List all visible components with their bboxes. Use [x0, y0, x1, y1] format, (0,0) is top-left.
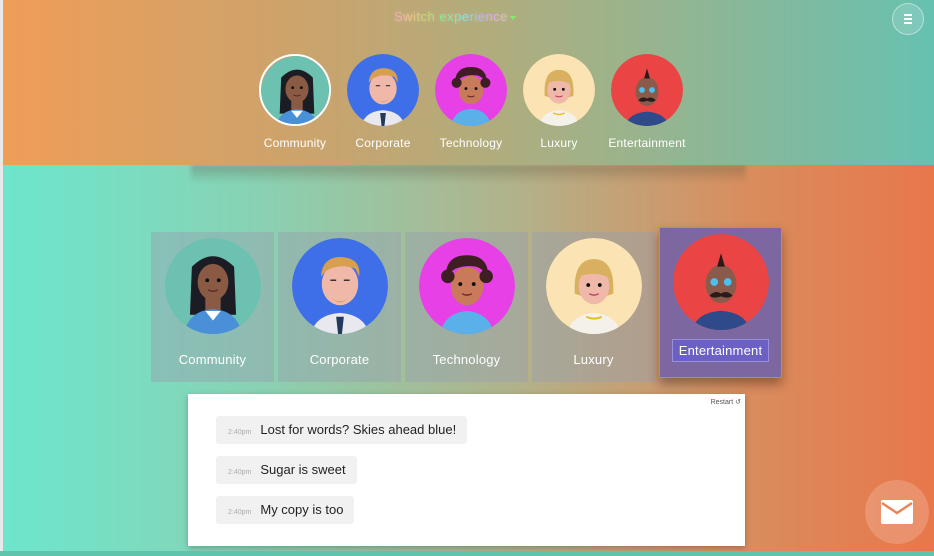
experience-label: Technology: [439, 136, 503, 150]
message-text: Lost for words? Skies ahead blue!: [260, 422, 457, 437]
experience-luxury[interactable]: Luxury: [515, 54, 603, 150]
message-time: 2:40pm: [228, 469, 252, 476]
menu-button[interactable]: [892, 3, 924, 35]
hamburger-menu-icon: [904, 22, 912, 24]
message-time: 2:40pm: [228, 509, 252, 516]
page: Switch experience Community Corporate Te…: [3, 0, 934, 551]
chat-message: 2:40pm Sugar is sweet: [216, 456, 357, 484]
switch-experience-dropdown[interactable]: Switch experience: [394, 9, 516, 24]
caret-down-icon: [510, 15, 516, 20]
luxury-avatar: [523, 54, 595, 126]
card-luxury[interactable]: Luxury: [532, 232, 655, 382]
card-label: Corporate: [309, 352, 370, 367]
card-entertainment[interactable]: Entertainment: [659, 227, 782, 378]
experience-label: Luxury: [540, 136, 578, 150]
window-edge: [0, 551, 934, 556]
envelope-icon: [881, 500, 913, 524]
technology-avatar: [418, 238, 515, 334]
message-text: Sugar is sweet: [260, 462, 346, 477]
hamburger-menu-icon: [904, 18, 912, 20]
community-avatar: [164, 238, 261, 334]
message-list: 2:40pm Lost for words? Skies ahead blue!…: [216, 416, 468, 536]
card-label: Community: [178, 352, 247, 367]
card-label: Luxury: [573, 352, 614, 367]
experience-cards: Community Corporate Technology Luxury En…: [151, 227, 786, 382]
hamburger-menu-icon: [904, 14, 912, 16]
card-corporate[interactable]: Corporate: [278, 232, 401, 382]
message-text: My copy is too: [260, 502, 344, 517]
contact-button[interactable]: [865, 480, 929, 544]
restart-icon: ↺: [735, 399, 741, 406]
card-label: Technology: [432, 352, 501, 367]
switch-experience-label: Switch experience: [394, 9, 508, 24]
luxury-avatar: [545, 238, 642, 334]
corporate-avatar: [347, 54, 419, 126]
restart-label: Restart: [710, 399, 734, 406]
experience-selector: Community Corporate Technology Luxury En…: [251, 54, 691, 150]
card-technology[interactable]: Technology: [405, 232, 528, 382]
entertainment-avatar: [611, 54, 683, 126]
technology-avatar: [435, 54, 507, 126]
chat-panel: Restart ↺ 2:40pm Lost for words? Skies a…: [188, 394, 745, 546]
community-avatar: [259, 54, 331, 126]
header: Switch experience Community Corporate Te…: [3, 0, 934, 165]
experience-label: Entertainment: [608, 136, 686, 150]
entertainment-avatar: [672, 234, 769, 330]
main-area: Community Corporate Technology Luxury En…: [3, 165, 934, 551]
chat-message: 2:40pm Lost for words? Skies ahead blue!: [216, 416, 468, 444]
experience-entertainment[interactable]: Entertainment: [603, 54, 691, 150]
corporate-avatar: [291, 238, 388, 334]
experience-community[interactable]: Community: [251, 54, 339, 150]
header-shadow: [191, 165, 746, 183]
chat-message: 2:40pm My copy is too: [216, 496, 355, 524]
experience-technology[interactable]: Technology: [427, 54, 515, 150]
restart-button[interactable]: Restart ↺: [711, 398, 741, 406]
message-time: 2:40pm: [228, 429, 252, 436]
experience-label: Community: [263, 136, 327, 150]
card-label-selected: Entertainment: [671, 339, 770, 362]
experience-corporate[interactable]: Corporate: [339, 54, 427, 150]
experience-label: Corporate: [355, 136, 411, 150]
card-community[interactable]: Community: [151, 232, 274, 382]
